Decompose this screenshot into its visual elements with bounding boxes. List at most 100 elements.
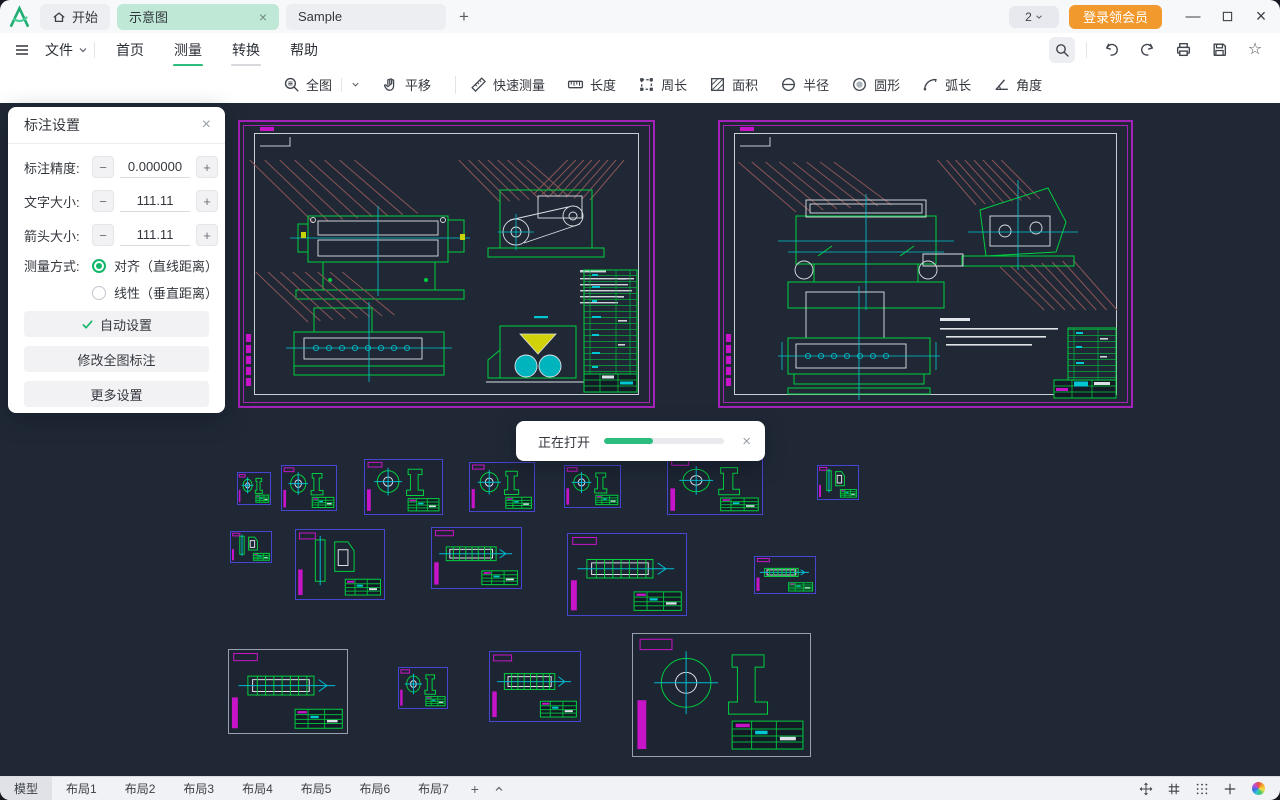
drawing-thumbnail[interactable] — [431, 527, 522, 589]
precision-input[interactable] — [120, 156, 190, 178]
redo-button[interactable] — [1134, 37, 1160, 63]
increment-button[interactable]: + — [196, 224, 218, 246]
modify-all-label: 修改全图标注 — [77, 352, 156, 368]
area-icon — [711, 78, 725, 91]
tab-layout-3[interactable]: 布局3 — [169, 777, 228, 800]
tool-circle[interactable]: 圆形 — [851, 75, 900, 94]
tool-label: 面积 — [732, 78, 759, 93]
tool-angle[interactable]: 角度 — [993, 75, 1042, 94]
circle-icon — [853, 78, 867, 91]
print-button[interactable] — [1170, 37, 1196, 63]
tab-layout-5[interactable]: 布局5 — [287, 777, 346, 800]
decrement-button[interactable]: − — [92, 224, 114, 246]
progress-fill — [604, 438, 654, 444]
menu-convert[interactable]: 转换 — [231, 36, 261, 66]
tab-home[interactable]: 开始 — [40, 3, 111, 30]
pan-mode-button[interactable] — [1132, 777, 1160, 800]
modify-all-annotations-button[interactable]: 修改全图标注 — [24, 346, 209, 372]
menu-measure[interactable]: 测量 — [173, 36, 203, 67]
tab-layout-4[interactable]: 布局4 — [228, 777, 287, 800]
tool-quick-measure[interactable]: 快速测量 — [470, 75, 545, 94]
minimize-button[interactable]: — — [1178, 4, 1208, 30]
save-button[interactable] — [1206, 37, 1232, 63]
tool-length[interactable]: 长度 — [567, 75, 616, 94]
tab-model[interactable]: 模型 — [0, 777, 53, 800]
radio-linear-label: 线性（垂直距离） — [114, 286, 219, 301]
new-tab-button[interactable]: + — [459, 7, 469, 27]
arrow-size-input[interactable] — [120, 224, 190, 246]
drawing-thumbnail[interactable] — [228, 649, 348, 734]
search-button[interactable] — [1049, 36, 1075, 63]
favorite-button[interactable]: ☆ — [1242, 37, 1268, 63]
tool-pan[interactable]: 平移 — [382, 75, 431, 94]
maximize-button[interactable] — [1212, 4, 1242, 30]
drawing-thumbnail[interactable] — [632, 633, 811, 757]
undo-icon — [1105, 43, 1118, 56]
drawing-thumbnail[interactable] — [398, 667, 448, 709]
more-settings-label: 更多设置 — [90, 387, 143, 403]
layout-tab-bar: 模型 布局1 布局2 布局3 布局4 布局5 布局6 布局7 + — [0, 776, 1280, 800]
drawing-thumbnail[interactable] — [567, 533, 687, 616]
collapse-tabs-button[interactable] — [487, 777, 511, 800]
increment-button[interactable]: + — [196, 156, 218, 178]
tool-fit-view[interactable]: 全图 — [283, 75, 360, 94]
drawing-thumbnail[interactable] — [237, 472, 271, 505]
radio-aligned[interactable] — [92, 258, 106, 273]
drawing-thumbnail[interactable] — [817, 465, 859, 500]
tool-area[interactable]: 面积 — [709, 75, 758, 94]
snap-grid-button[interactable] — [1188, 777, 1216, 800]
drawing-thumbnail[interactable] — [295, 529, 385, 600]
tool-perimeter[interactable]: 周长 — [638, 75, 687, 94]
text-size-input[interactable] — [120, 190, 190, 212]
tab-label: 布局7 — [418, 782, 449, 796]
decrement-button[interactable]: − — [92, 190, 114, 212]
menu-file[interactable]: 文件 — [30, 36, 88, 64]
radio-aligned-label: 对齐（直线距离） — [114, 259, 219, 274]
arc-length-icon — [923, 78, 937, 91]
crosshair-button[interactable] — [1216, 777, 1244, 800]
decrement-button[interactable]: − — [92, 156, 114, 178]
close-window-button[interactable]: × — [1246, 4, 1276, 30]
drawing-thumbnail[interactable] — [469, 462, 535, 512]
hamburger-menu-button[interactable] — [14, 42, 30, 58]
login-member-button[interactable]: 登录领会员 — [1068, 4, 1162, 29]
increment-button[interactable]: + — [196, 190, 218, 212]
drawing-thumbnail[interactable] — [230, 531, 272, 563]
drawing-thumbnail[interactable] — [281, 465, 337, 511]
auto-settings-button[interactable]: 自动设置 — [24, 311, 209, 337]
more-settings-button[interactable]: 更多设置 — [24, 381, 209, 407]
account-count-dropdown[interactable]: 2 — [1008, 5, 1059, 28]
title-bar: 开始 示意图 × Sample + 2 登录领会员 — × — [0, 0, 1280, 33]
grid-toggle-button[interactable] — [1160, 777, 1188, 800]
chevron-down-icon[interactable] — [351, 80, 360, 89]
undo-button[interactable] — [1098, 37, 1124, 63]
drawing-thumbnail[interactable] — [754, 556, 816, 594]
drawing-thumbnail[interactable] — [667, 457, 763, 515]
background-color-button[interactable] — [1244, 777, 1272, 800]
drawing-thumbnail[interactable] — [564, 465, 621, 508]
tab-document[interactable]: Sample — [286, 3, 447, 30]
color-wheel-icon — [1251, 782, 1265, 795]
quick-measure-icon — [471, 77, 487, 92]
tab-document-active[interactable]: 示意图 × — [117, 3, 280, 30]
dot-grid-icon — [1196, 783, 1208, 794]
tab-layout-6[interactable]: 布局6 — [345, 777, 404, 800]
menu-home[interactable]: 首页 — [115, 36, 145, 64]
add-layout-button[interactable]: + — [463, 777, 487, 800]
menu-help[interactable]: 帮助 — [289, 36, 319, 64]
tool-radius[interactable]: 半径 — [780, 75, 829, 94]
tab-label: 模型 — [14, 782, 39, 796]
fit-view-icon — [284, 77, 299, 92]
radio-linear[interactable] — [92, 285, 106, 300]
tab-label: 布局6 — [359, 782, 391, 796]
tab-layout-7[interactable]: 布局7 — [404, 777, 463, 800]
drawing-thumbnail[interactable] — [364, 459, 443, 515]
close-tab-icon[interactable]: × — [259, 10, 267, 24]
move-arrows-icon — [1139, 782, 1153, 795]
tab-layout-1[interactable]: 布局1 — [52, 777, 111, 800]
close-icon[interactable]: × — [202, 116, 211, 134]
drawing-thumbnail[interactable] — [489, 651, 581, 722]
close-icon[interactable]: × — [742, 433, 751, 450]
tab-layout-2[interactable]: 布局2 — [111, 777, 170, 800]
tool-arc-length[interactable]: 弧长 — [922, 75, 971, 94]
